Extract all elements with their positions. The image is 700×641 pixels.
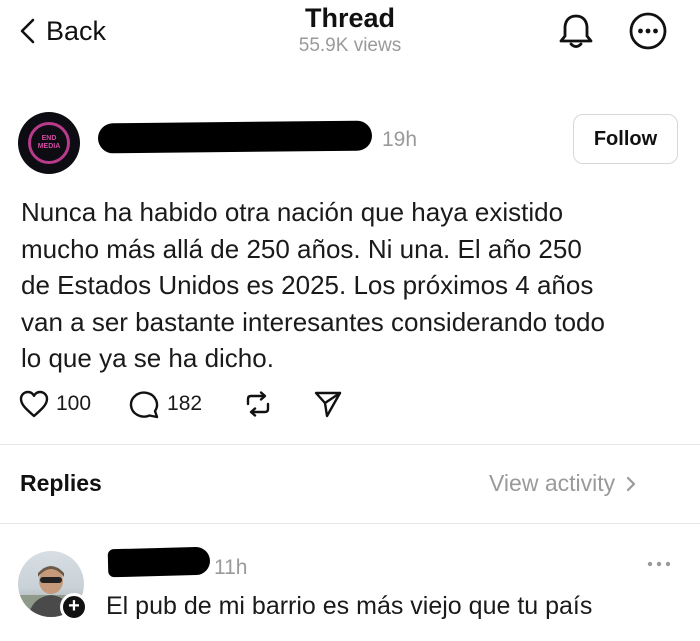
heart-icon [19,390,49,418]
like-button[interactable]: 100 [18,389,91,419]
repost-button[interactable] [242,389,274,419]
author-avatar[interactable]: END MEDIA [18,112,80,174]
reply-timestamp: 11h [214,556,248,579]
send-icon [314,391,342,418]
repost-icon [246,391,270,417]
ellipsis-circle-icon[interactable] [628,11,668,51]
bell-icon[interactable] [556,11,596,51]
avatar-logo-text: END MEDIA [28,122,70,164]
more-options-icon[interactable] [644,556,674,572]
view-activity-label: View activity [489,470,616,496]
back-button[interactable]: Back [18,12,106,50]
chevron-left-icon [20,18,35,44]
speech-bubble-icon [129,391,159,419]
reply-text: El pub de mi barrio es más viejo que tu … [106,592,593,620]
redacted-username [97,120,373,154]
divider [0,523,700,524]
redacted-reply-username [107,546,211,578]
replies-heading: Replies [20,470,102,496]
post-text: Nunca ha habido otra nación que haya exi… [21,197,605,373]
post-timestamp: 19h [382,128,418,151]
back-label: Back [46,15,107,46]
chevron-right-icon [627,476,636,491]
comment-count: 182 [167,392,203,415]
divider [0,444,700,445]
follow-button[interactable]: Follow [573,114,678,164]
view-activity-link[interactable]: View activity [489,470,637,497]
follow-plus-icon[interactable]: + [60,593,88,621]
thread-screen: Back Thread 55.9K views END MEDIA 19h Fo… [0,0,700,641]
like-count: 100 [56,392,92,415]
comment-button[interactable]: 182 [129,389,202,419]
share-button[interactable] [312,389,344,419]
post-actions: 100 182 [18,386,344,422]
